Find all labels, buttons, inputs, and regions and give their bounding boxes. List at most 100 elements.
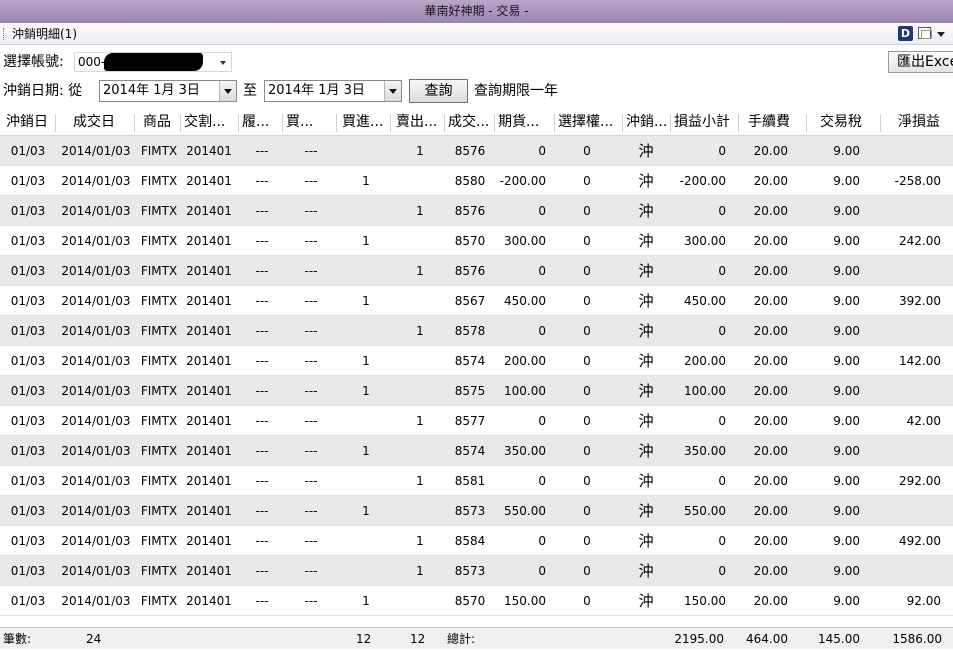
count-label: 筆數: — [3, 632, 32, 646]
table-row[interactable]: 01/03 2014/01/03 FIMTX 201401 --- --- 1 8573 0 0 沖… — [0, 556, 953, 586]
table-row[interactable]: 01/03 2014/01/03 FIMTX 201401 --- --- 1 8580 -20… — [0, 166, 953, 196]
column-header-futures-pnl[interactable]: 期貨... — [498, 110, 552, 136]
cell-trade-price: 8567 — [454, 294, 486, 308]
column-header-offset-flag[interactable]: 沖銷... — [626, 110, 668, 136]
cell-net-pnl — [880, 376, 941, 406]
calendar-dropdown-icon[interactable] — [384, 81, 401, 101]
table-row[interactable]: 01/03 2014/01/03 FIMTX 201401 --- --- 1 8570 150… — [0, 586, 953, 616]
cell-options-pnl: 0 — [583, 444, 591, 458]
cell-options-pnl: 0 — [583, 414, 591, 428]
account-value: 000- — [78, 55, 106, 69]
cell-options-pnl: 0 — [583, 504, 591, 518]
cell-offset-date: 01/03 — [10, 474, 46, 488]
cell-buy-qty: 1 — [362, 384, 370, 398]
table-row[interactable]: 01/03 2014/01/03 FIMTX 201401 --- --- 1 8575 100… — [0, 376, 953, 406]
column-header-trade-price[interactable]: 成交... — [448, 110, 492, 136]
table-row[interactable]: 01/03 2014/01/03 FIMTX 201401 --- --- 1 8567 450… — [0, 286, 953, 316]
cell-buy-qty — [338, 196, 394, 226]
cell-fee: 20.00 — [753, 594, 788, 608]
cell-trade-date: 2014/01/03 — [61, 384, 131, 398]
table-row[interactable]: 01/03 2014/01/03 FIMTX 201401 --- --- 1 8581 0 0 沖… — [0, 466, 953, 496]
column-divider[interactable] — [806, 114, 807, 132]
cell-net-pnl — [880, 556, 941, 586]
cell-offset-flag: 沖 — [638, 352, 654, 370]
column-header-options-pnl[interactable]: 選擇權... — [558, 110, 620, 136]
cell-offset-date: 01/03 — [10, 384, 46, 398]
column-divider[interactable] — [390, 114, 391, 132]
column-header-buy-sell[interactable]: 買... — [286, 110, 334, 136]
column-divider[interactable] — [554, 114, 555, 132]
cell-buy-qty: 1 — [362, 444, 370, 458]
account-dropdown-icon[interactable] — [220, 61, 226, 65]
column-header-trade-date[interactable]: 成交日 — [73, 110, 132, 136]
cell-strike: --- — [255, 444, 269, 458]
cell-delivery-month: 201401 — [186, 324, 232, 338]
cell-fee: 20.00 — [753, 384, 788, 398]
table-row[interactable]: 01/03 2014/01/03 FIMTX 201401 --- --- 1 8576 0 0 沖… — [0, 256, 953, 286]
cell-trade-date: 2014/01/03 — [61, 504, 131, 518]
table-row[interactable]: 01/03 2014/01/03 FIMTX 201401 --- --- 1 8574 200… — [0, 346, 953, 376]
cell-buy-qty: 1 — [362, 504, 370, 518]
export-excel-button[interactable]: 匯出Excel — [888, 51, 953, 73]
column-header-buy-qty[interactable]: 買進... — [342, 110, 388, 136]
column-header-strike[interactable]: 履... — [242, 110, 280, 136]
cell-product: FIMTX — [140, 264, 178, 278]
cell-net-pnl — [880, 496, 941, 526]
chevron-down-icon[interactable] — [937, 32, 945, 37]
cell-net-pnl: 142.00 — [899, 354, 941, 368]
table-row[interactable]: 01/03 2014/01/03 FIMTX 201401 --- --- 1 8584 0 0 沖… — [0, 526, 953, 556]
grip-icon[interactable] — [3, 28, 6, 40]
calendar-dropdown-icon[interactable] — [219, 81, 236, 101]
cell-buy-qty — [338, 556, 394, 586]
cell-buy-sell: --- — [304, 414, 318, 428]
column-divider[interactable] — [880, 114, 881, 132]
query-limit-note: 查詢期限一年 — [474, 83, 558, 99]
table-row[interactable]: 01/03 2014/01/03 FIMTX 201401 --- --- 1 8574 350… — [0, 436, 953, 466]
tab-offset-details[interactable]: 沖銷明細(1) — [12, 26, 77, 42]
window-restore-icon[interactable] — [918, 27, 932, 39]
cell-buy-qty — [338, 466, 394, 496]
cell-sell-qty — [392, 436, 448, 466]
column-divider[interactable] — [238, 114, 239, 132]
column-header-product[interactable]: 商品 — [143, 110, 178, 136]
table-row[interactable]: 01/03 2014/01/03 FIMTX 201401 --- --- 1 8573 550… — [0, 496, 953, 526]
table-row[interactable]: 01/03 2014/01/03 FIMTX 201401 --- --- 1 8578 0 0 沖… — [0, 316, 953, 346]
column-divider[interactable] — [738, 114, 739, 132]
column-divider[interactable] — [336, 114, 337, 132]
cell-fee: 20.00 — [753, 324, 788, 338]
column-divider[interactable] — [180, 114, 181, 132]
to-date-picker[interactable]: 2014年 1月 3日 — [264, 80, 402, 102]
column-divider[interactable] — [670, 114, 671, 132]
table-row[interactable]: 01/03 2014/01/03 FIMTX 201401 --- --- 1 8570 300… — [0, 226, 953, 256]
table-row[interactable]: 01/03 2014/01/03 FIMTX 201401 --- --- 1 8577 0 0 沖… — [0, 406, 953, 436]
column-header-net-pnl[interactable]: 淨損益 — [898, 110, 951, 136]
cell-fee: 20.00 — [753, 294, 788, 308]
cell-trade-date: 2014/01/03 — [61, 474, 131, 488]
d-logo-icon[interactable]: D — [898, 26, 913, 41]
query-button[interactable]: 查詢 — [409, 79, 468, 103]
cell-delivery-month: 201401 — [186, 234, 232, 248]
column-divider[interactable] — [494, 114, 495, 132]
column-header-offset-date[interactable]: 沖銷日 — [6, 110, 54, 136]
column-divider[interactable] — [622, 114, 623, 132]
cell-sell-qty — [392, 166, 448, 196]
cell-product: FIMTX — [140, 204, 178, 218]
column-divider[interactable] — [55, 114, 56, 132]
cell-net-pnl — [880, 436, 941, 466]
cell-net-pnl — [880, 136, 941, 166]
cell-offset-flag: 沖 — [638, 172, 654, 190]
cell-offset-flag: 沖 — [638, 562, 654, 580]
column-header-sell-qty[interactable]: 賣出... — [396, 110, 442, 136]
column-divider[interactable] — [282, 114, 283, 132]
column-header-tax[interactable]: 交易稅 — [820, 110, 878, 136]
column-header-pnl-subtotal[interactable]: 損益小計 — [674, 110, 736, 136]
table-row[interactable]: 01/03 2014/01/03 FIMTX 201401 --- --- 1 8576 0 0 沖… — [0, 136, 953, 166]
from-date-picker[interactable]: 2014年 1月 3日 — [99, 80, 237, 102]
column-header-delivery-month[interactable]: 交割... — [184, 110, 236, 136]
column-header-fee[interactable]: 手續費 — [748, 110, 804, 136]
column-divider[interactable] — [134, 114, 135, 132]
cell-futures-pnl: 450.00 — [504, 294, 546, 308]
column-divider[interactable] — [444, 114, 445, 132]
table-row[interactable]: 01/03 2014/01/03 FIMTX 201401 --- --- 1 8576 0 0 沖… — [0, 196, 953, 226]
cell-trade-date: 2014/01/03 — [61, 204, 131, 218]
